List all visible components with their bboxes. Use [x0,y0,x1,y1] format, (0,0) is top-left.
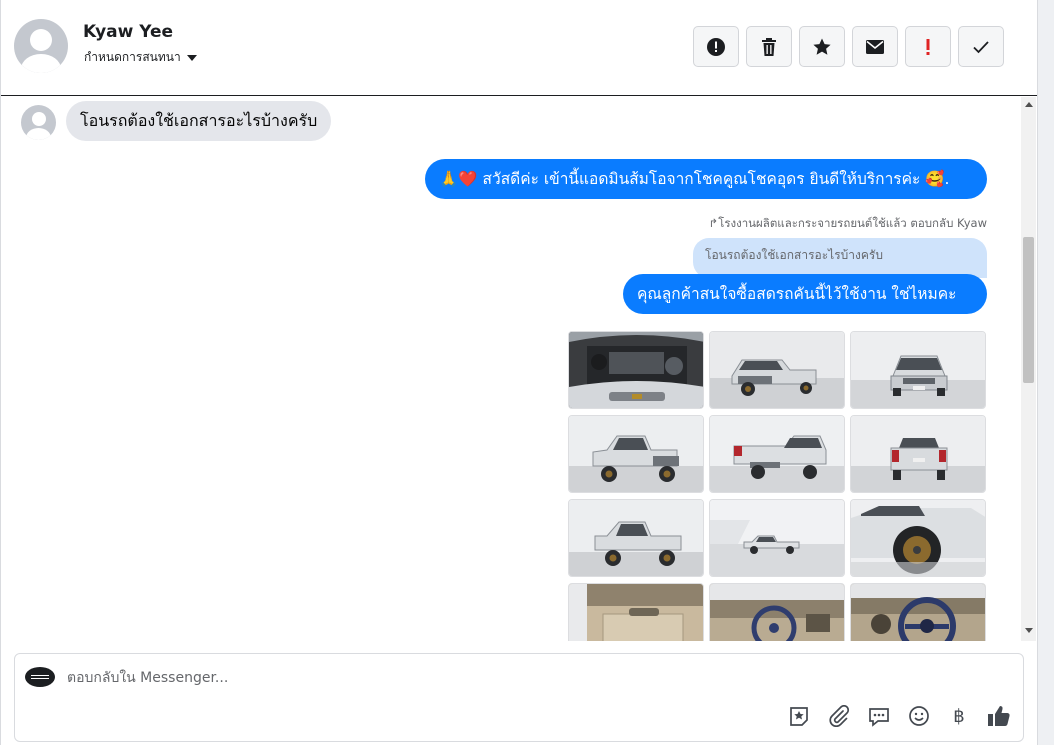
star-button[interactable] [799,26,845,67]
conversation-header: Kyaw Yee กำหนดการสนทนา [0,0,1038,96]
reply-input[interactable] [67,666,767,690]
car-photo-left-side-image [569,416,703,492]
car-photo-steering-wheel[interactable] [850,583,986,641]
car-photo-side-angle-image [569,500,703,576]
incoming-message[interactable]: โอนรถต้องใช้เอกสารอะไรบ้างครับ [66,101,332,141]
car-photo-rear-image [851,416,985,492]
car-photo-front-image [851,332,985,408]
messenger-inbox-panel: Kyaw Yee กำหนดการสนทนา โอนรถต้องใช้เอกสา… [0,0,1054,745]
check-icon [973,40,989,53]
outgoing-message[interactable]: คุณลูกค้าสนใจซื้อสดรถคันนี้ไว้ใช้งาน ใช่… [623,274,987,314]
car-photo-rear-quarter-image [710,416,844,492]
scroll-up-arrow-icon[interactable] [1025,102,1033,107]
car-photo-side-distant-image [710,500,844,576]
emoji-icon [909,706,929,726]
car-photo-door-panel[interactable] [568,583,704,641]
baht-icon: ฿ [953,705,965,727]
car-photo-dashboard[interactable] [709,583,845,641]
mark-important-button[interactable] [905,26,951,67]
photo-gallery [568,331,986,641]
reply-arrow-icon: ↱ [708,216,719,230]
car-photo-engine-bay[interactable] [568,331,704,409]
trash-icon [762,37,776,56]
caret-down-icon [186,55,197,61]
sticker-button[interactable] [785,703,813,729]
avatar[interactable] [14,19,68,73]
saved-replies-button[interactable] [865,703,893,729]
car-photo-side-angle[interactable] [568,499,704,577]
conversation-settings-dropdown[interactable]: กำหนดการสนทนา [84,48,197,67]
emoji-button[interactable] [905,703,933,729]
like-button[interactable] [985,703,1013,729]
sender-avatar [21,105,56,140]
star-icon [813,38,831,55]
car-photo-door-panel-image [569,584,703,641]
saved-reply-icon [869,708,889,727]
reply-context-label: โรงงานผลิตและกระจายรถยนต์ใช้แล้ว ตอบกลับ… [718,216,987,230]
car-photo-wheel-close[interactable] [850,499,986,577]
outgoing-message[interactable]: 🙏❤️ สวัสดีค่ะ เข้านี้แอดมินส้มโอจากโชคคู… [425,159,987,199]
alert-circle-icon [707,37,725,56]
window-edge [1038,0,1054,745]
paperclip-icon [829,705,850,727]
car-photo-front-left[interactable] [709,331,845,409]
scroll-down-arrow-icon[interactable] [1025,628,1033,633]
car-photo-rear[interactable] [850,415,986,493]
mark-unread-button[interactable] [852,26,898,67]
car-photo-side-distant[interactable] [709,499,845,577]
car-photo-engine-bay-image [569,332,703,408]
mark-done-button[interactable] [958,26,1004,67]
conversation-settings-label: กำหนดการสนทนา [84,50,181,64]
delete-button[interactable] [746,26,792,67]
envelope-icon [866,39,884,54]
conversation-toolbar [693,26,1004,67]
page-logo [25,667,55,687]
car-photo-left-side[interactable] [568,415,704,493]
car-photo-rear-quarter[interactable] [709,415,845,493]
car-photo-wheel-close-image [851,500,985,576]
sticker-star-icon [790,707,808,726]
attach-button[interactable] [825,703,853,729]
thumbs-up-icon [988,706,1010,726]
scroll-thumb[interactable] [1023,237,1034,383]
reply-composer: ฿ [14,653,1024,742]
car-photo-front[interactable] [850,331,986,409]
message-thread[interactable]: โอนรถต้องใช้เอกสารอะไรบ้างครับ 🙏❤️ สวัสด… [0,97,1022,641]
chat-scrollbar[interactable] [1021,97,1036,641]
reply-context: ↱โรงงานผลิตและกระจายรถยนต์ใช้แล้ว ตอบกลั… [709,215,988,233]
composer-tools: ฿ [785,703,1013,729]
car-photo-dashboard-image [710,584,844,641]
report-button[interactable] [693,26,739,67]
exclamation-icon [926,38,930,55]
payment-button[interactable]: ฿ [945,703,973,729]
car-photo-steering-wheel-image [851,584,985,641]
quoted-message[interactable]: โอนรถต้องใช้เอกสารอะไรบ้างครับ [693,238,987,278]
car-photo-front-left-image [710,332,844,408]
contact-name[interactable]: Kyaw Yee [83,22,173,42]
